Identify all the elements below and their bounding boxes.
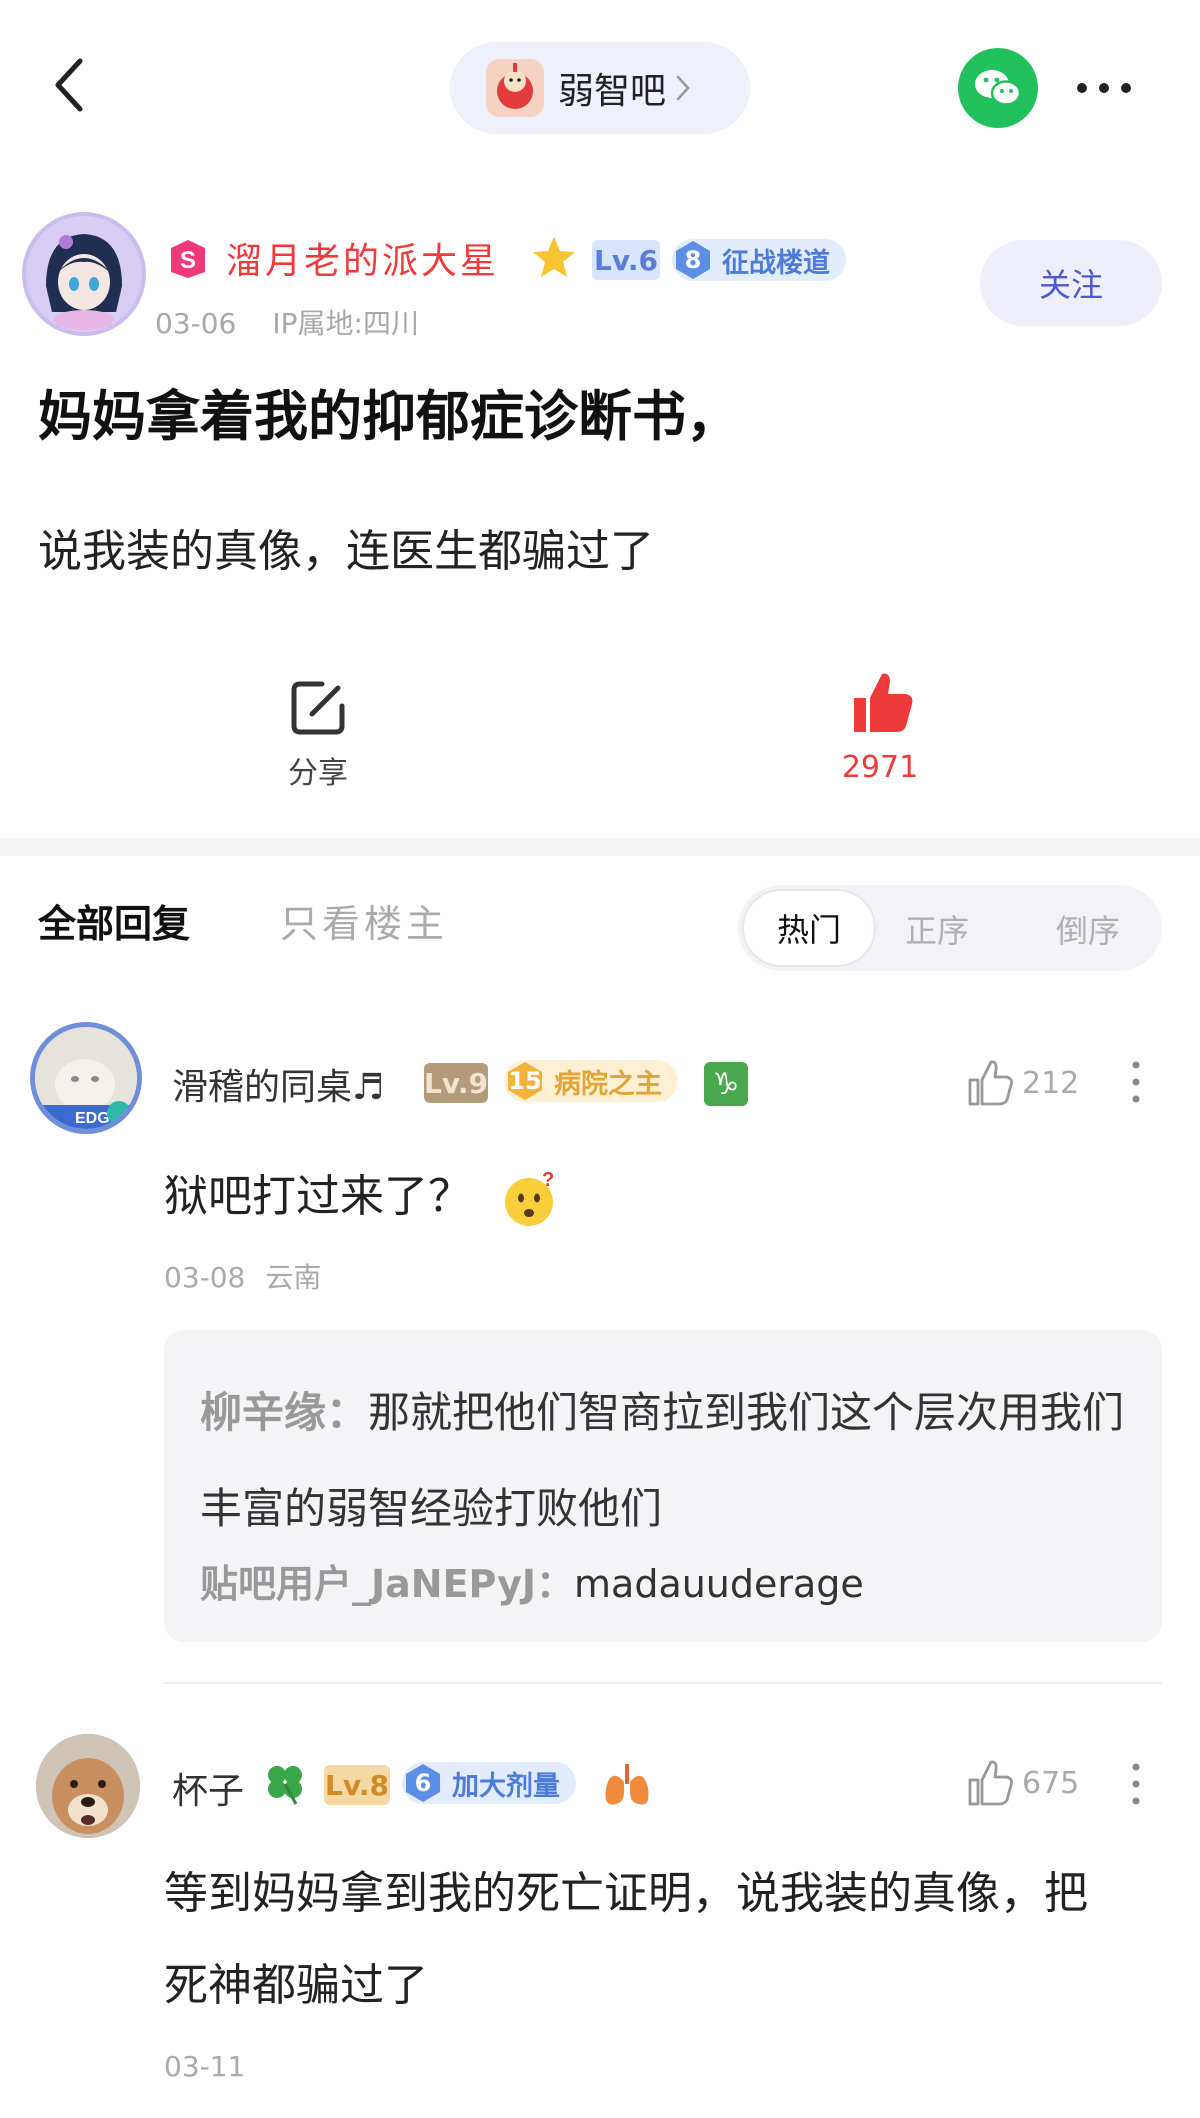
- sub-reply-author: 贴吧用户_JaNEPyJ：: [200, 1562, 575, 1606]
- more-options-icon[interactable]: [1074, 80, 1134, 96]
- comment-date: 03-11: [164, 2050, 246, 2083]
- comment-location: 云南: [265, 1261, 322, 1294]
- section-divider: [0, 838, 1200, 856]
- lungs-icon: [605, 1764, 649, 1805]
- title-badge-number: 6: [414, 1769, 432, 1797]
- comment-divider: [164, 1682, 1162, 1684]
- svg-text:EDG: EDG: [75, 1110, 110, 1127]
- title-badge-number: 15: [508, 1067, 542, 1095]
- title-badge: 15 病院之主: [504, 1060, 678, 1102]
- title-badge-label: 加大剂量: [452, 1770, 560, 1802]
- title-badge-label: 征战楼道: [722, 247, 830, 279]
- comment-text: 狱吧打过来了？ ?: [164, 1160, 558, 1228]
- title-badge-label: 病院之主: [554, 1068, 662, 1100]
- svg-text:?: ?: [542, 1170, 554, 1191]
- sort-hot-button[interactable]: 热门: [742, 889, 876, 967]
- tab-all-replies[interactable]: 全部回复: [38, 893, 190, 948]
- post-ip: IP属地:四川: [272, 307, 419, 340]
- like-count: 2971: [841, 750, 919, 785]
- post-date: 03-06: [155, 307, 237, 340]
- sort-desc-button[interactable]: 倒序: [1056, 906, 1120, 952]
- title-badge-number: 8: [684, 246, 702, 274]
- member-s-badge-icon: S: [171, 240, 205, 278]
- clover-icon: [268, 1766, 302, 1805]
- share-label[interactable]: 分享: [286, 748, 350, 792]
- thumbs-up-icon[interactable]: [964, 1058, 1014, 1108]
- comment-like-count: 212: [1022, 1066, 1080, 1101]
- gem-icon: 15: [504, 1060, 546, 1102]
- comment-text: 等到妈妈拿到我的死亡证明，说我装的真像，把死神都骗过了: [164, 1868, 1088, 2011]
- gem-icon: 6: [402, 1762, 444, 1804]
- chevron-right-icon: [676, 75, 690, 101]
- sub-reply[interactable]: 柳辛缘：那就把他们智商拉到我们这个层次用我们丰富的弱智经验打败他们: [200, 1365, 1140, 1557]
- forum-avatar: [486, 59, 544, 117]
- follow-button[interactable]: 关注: [980, 240, 1162, 326]
- more-vertical-icon[interactable]: [1132, 1060, 1140, 1104]
- thumbs-up-icon[interactable]: [964, 1758, 1014, 1808]
- back-icon[interactable]: [50, 55, 90, 115]
- thinking-emoji-icon: ?: [505, 1170, 554, 1226]
- tab-op-only[interactable]: 只看楼主: [280, 893, 448, 948]
- star-icon: [533, 237, 575, 277]
- comment-text-content: 狱吧打过来了？: [164, 1171, 472, 1222]
- comment-like-count: 675: [1022, 1766, 1080, 1801]
- thumbs-up-icon[interactable]: [846, 668, 916, 738]
- more-vertical-icon[interactable]: [1132, 1762, 1140, 1806]
- title-badge: 6 加大剂量: [402, 1762, 576, 1804]
- comment-date: 03-08: [164, 1261, 246, 1294]
- commenter-name[interactable]: 滑稽的同桌♬: [172, 1058, 384, 1110]
- post-body: 说我装的真像，连医生都骗过了: [38, 526, 654, 577]
- commenter-avatar[interactable]: [36, 1734, 140, 1838]
- post-meta: 03-06 IP属地:四川: [155, 302, 419, 342]
- forum-entry-button[interactable]: 弱智吧: [450, 42, 750, 134]
- commenter-name[interactable]: 杯子: [172, 1762, 244, 1814]
- share-icon[interactable]: [286, 676, 350, 740]
- level-badge: Lv.9: [424, 1063, 488, 1103]
- gem-icon: 8: [672, 239, 714, 281]
- level-badge: Lv.6: [592, 240, 660, 280]
- commenter-avatar[interactable]: EDG: [30, 1022, 142, 1134]
- sub-reply-text: madauuderage: [574, 1562, 864, 1606]
- svg-text:S: S: [180, 247, 196, 274]
- comment-meta: 03-08 云南: [164, 1256, 321, 1296]
- sub-reply[interactable]: 贴吧用户_JaNEPyJ：madauuderage: [200, 1553, 864, 1608]
- author-name[interactable]: 溜月老的派大星: [226, 232, 499, 284]
- sub-reply-author: 柳辛缘：: [200, 1388, 369, 1437]
- wechat-share-icon[interactable]: [958, 48, 1038, 128]
- title-badge: 8 征战楼道: [672, 239, 846, 281]
- post-title: 妈妈拿着我的抑郁症诊断书，: [38, 385, 740, 448]
- author-avatar[interactable]: [22, 212, 146, 336]
- sort-asc-button[interactable]: 正序: [905, 906, 969, 952]
- forum-name: 弱智吧: [558, 71, 667, 112]
- zodiac-capricorn-icon: ♑: [704, 1062, 748, 1106]
- level-badge: Lv.8: [324, 1765, 390, 1805]
